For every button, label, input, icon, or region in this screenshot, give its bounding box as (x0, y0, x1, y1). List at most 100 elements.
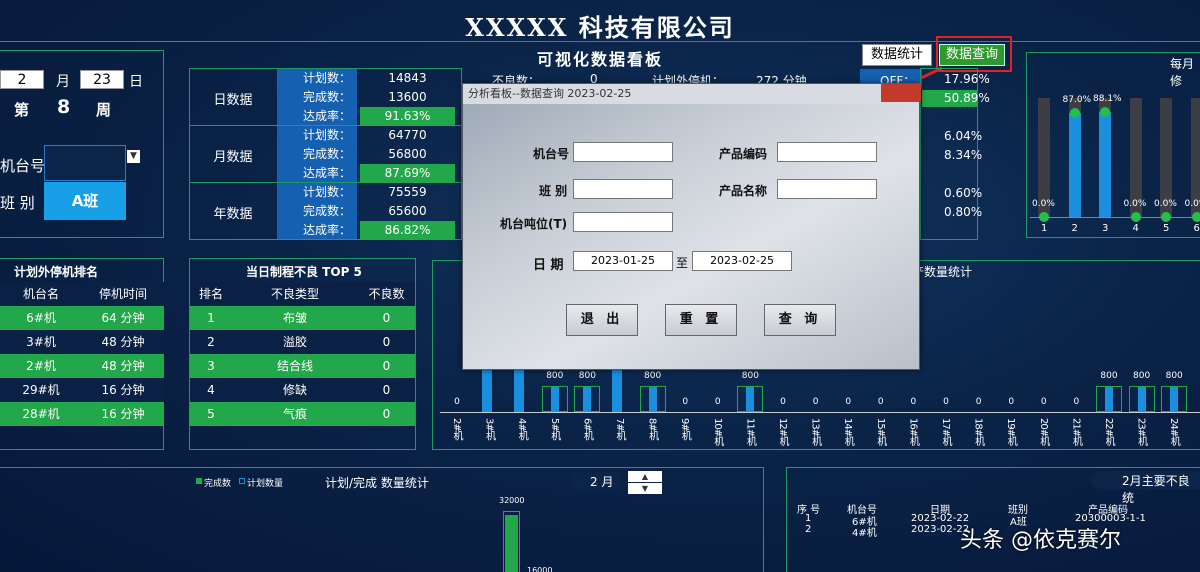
dlg-shift-label: 班 别 (539, 184, 568, 198)
month-up-button[interactable]: ▲ (628, 471, 662, 482)
value-label: 0 (975, 397, 982, 407)
month-selector-value: 2 月 (590, 475, 614, 489)
data-statistics-button[interactable]: 数据统计 (862, 44, 932, 66)
production-bar (514, 370, 525, 412)
shift-field[interactable] (573, 179, 673, 199)
done-bar (505, 515, 518, 572)
defect-type: 结合线 (276, 359, 313, 373)
x-tick-label: 15#机 (874, 418, 886, 446)
x-tick-label: 23#机 (1135, 418, 1147, 446)
outage-time: 16 分钟 (101, 407, 145, 421)
year-plan-key: 计划数： (302, 185, 351, 199)
table-row: 6#机 64 分钟 (0, 306, 164, 330)
monthly-value-label: 0.0% (1032, 199, 1055, 209)
dlg-product-name-label: 产品名称 (719, 184, 768, 198)
table-row: 3 结合线 0 (190, 354, 415, 378)
value-label: 0 (845, 397, 852, 407)
dlg-tonnage-label: 机台吨位(T) (500, 217, 568, 231)
page-title: XXXXX 科技有限公司 (465, 13, 735, 42)
monthly-value-label: 87.0% (1062, 95, 1092, 106)
production-bar (583, 387, 592, 412)
table-row: 2 溢胶 0 (190, 330, 415, 354)
reset-button[interactable]: 重 置 (665, 304, 737, 336)
monthly-point (1039, 212, 1049, 222)
monthly-point (1130, 212, 1141, 222)
query-button[interactable]: 查 询 (764, 304, 836, 336)
x-tick-label: 12#机 (777, 418, 788, 446)
date-to-label: 至 (676, 256, 689, 270)
table-row: 29#机 16 分钟 (0, 378, 164, 402)
week-number: 8 (57, 96, 71, 118)
day-done-value: 13600 (388, 90, 427, 104)
production-bar (550, 387, 559, 412)
year-plan-value: 75559 (388, 185, 427, 199)
x-tick-label: 13#机 (809, 418, 821, 446)
right-stat-6: 0.80% (944, 205, 983, 219)
outage-time: 48 分钟 (101, 359, 145, 373)
value-label: 0 (454, 397, 460, 407)
chevron-down-icon[interactable]: ▼ (127, 150, 140, 163)
value-label: 0 (943, 397, 949, 407)
value-label: 0 (1040, 397, 1047, 407)
tonnage-field[interactable] (573, 212, 673, 232)
date-to-field[interactable]: 2023-02-25 (692, 251, 792, 271)
outage-machine: 29#机 (22, 383, 60, 397)
defect-header-row: 排名 不良类型 不良数 (190, 282, 415, 306)
x-tick-label: 14#机 (842, 418, 854, 446)
outage-header-row: 机台名 停机时间 (0, 282, 164, 306)
product-code-field[interactable] (777, 142, 877, 162)
outage-rank-title: 计划外停机排名 (14, 265, 99, 279)
x-tick-label: 22#机 (1103, 418, 1114, 446)
outage-header-machine: 机台名 (22, 287, 59, 301)
machine-select[interactable] (44, 145, 126, 181)
x-tick-label: 5#机 (548, 418, 560, 440)
value-label: 0 (682, 397, 689, 407)
right-stat-4: 8.34% (944, 148, 983, 162)
right-stat-2: 50.89% (944, 91, 990, 105)
query-dialog: 分析看板--数据查询 2023-02-25 机台号 产品编码 班 别 产品名称 … (462, 83, 921, 370)
exit-button[interactable]: 退 出 (566, 304, 638, 336)
value-label: 0 (1008, 397, 1015, 407)
production-bar (1170, 387, 1179, 412)
machine-label: 机台号 (0, 157, 46, 175)
month-plan-key: 计划数： (302, 128, 351, 142)
highlight-box (936, 36, 1012, 72)
machine-field[interactable] (573, 142, 673, 162)
defect-header-count: 不良数 (368, 287, 405, 301)
x-tick-label: 8#机 (646, 418, 658, 440)
outage-header-time: 停机时间 (98, 287, 147, 301)
x-tick-label: 2#机 (451, 418, 462, 440)
x-tick-label: 21#机 (1070, 418, 1082, 446)
defect-type: 修缺 (282, 383, 307, 397)
defect-count: 0 (382, 383, 391, 397)
year-done-key: 完成数： (302, 204, 351, 218)
monthly-point (1069, 108, 1080, 119)
defect-type: 气痕 (282, 407, 307, 421)
value-label: 800 (1133, 371, 1151, 381)
value-label: 800 (1165, 371, 1183, 381)
plan-done-chart-title: 计划/完成 数量统计 (325, 476, 429, 490)
outage-machine: 2#机 (26, 359, 56, 373)
defect-top-title: 当日制程不良 TOP 5 (246, 265, 362, 279)
bar-low-label: 16000 (527, 566, 553, 572)
value-label: 0 (812, 397, 819, 407)
month-input[interactable]: 2 (0, 70, 44, 89)
date-from-field[interactable]: 2023-01-25 (573, 251, 673, 271)
week-prefix: 第 (14, 101, 30, 119)
monthly-value-label: 0.0% (1154, 199, 1177, 209)
monthly-bar (1099, 112, 1111, 217)
x-tick-label: 19#机 (1005, 418, 1017, 446)
product-name-field[interactable] (777, 179, 877, 199)
monthly-x-label: 3 (1102, 223, 1109, 234)
defect-count: 0 (382, 407, 391, 421)
monthly-point (1191, 212, 1200, 222)
outage-machine: 6#机 (26, 311, 56, 325)
bad-row2-no: 2 (805, 524, 812, 535)
day-input[interactable]: 23 (80, 70, 124, 89)
table-row: 28#机 16 分钟 (0, 402, 164, 426)
table-row: 3#机 48 分钟 (0, 330, 164, 354)
close-button[interactable] (881, 84, 921, 102)
shift-value[interactable]: A班 (44, 182, 126, 220)
production-bar (648, 387, 657, 412)
month-down-button[interactable]: ▼ (628, 483, 662, 494)
